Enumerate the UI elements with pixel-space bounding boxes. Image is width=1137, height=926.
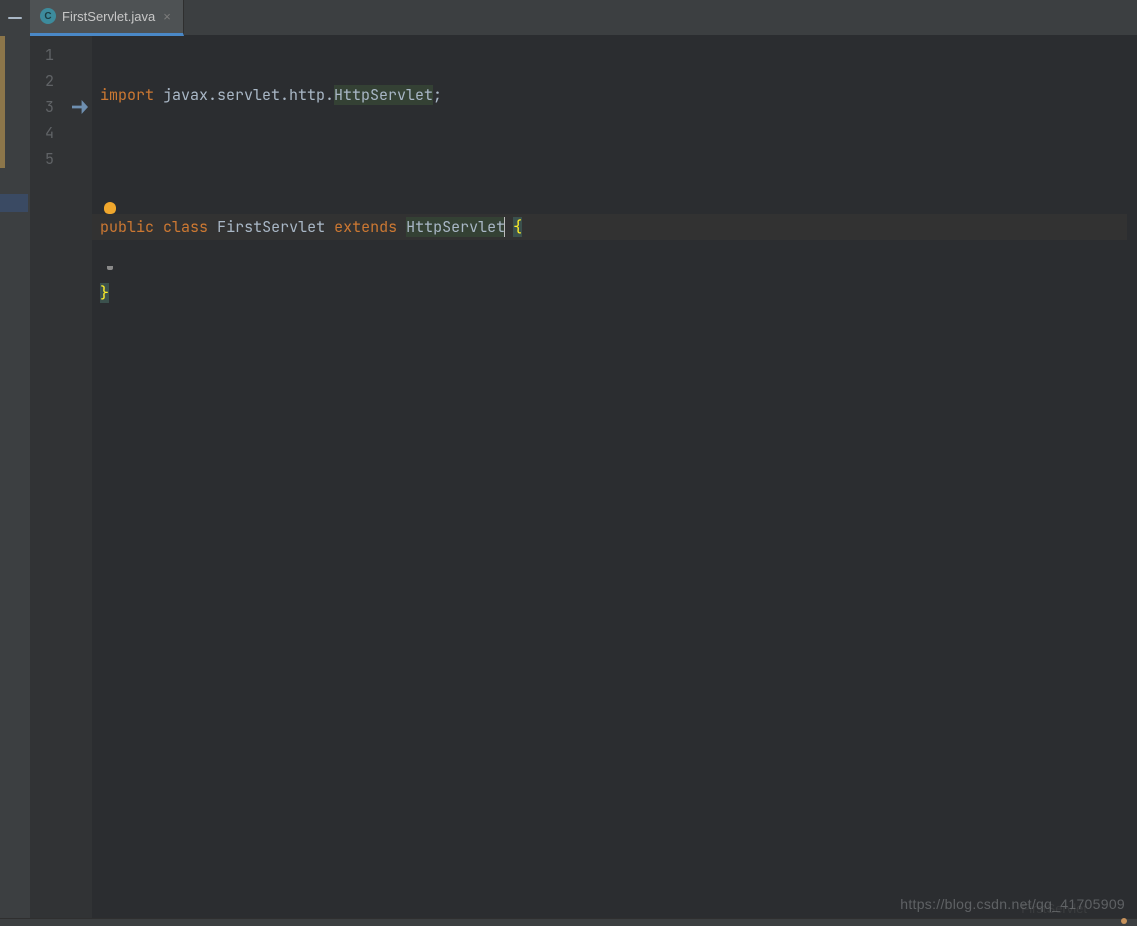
keyword-class: class — [163, 217, 208, 237]
gutter-line-2[interactable]: 2 — [30, 68, 92, 94]
code-line-1[interactable]: import javax.servlet.http.HttpServlet; — [92, 82, 1127, 108]
tab-close-icon[interactable]: × — [161, 9, 173, 24]
code-line-3[interactable]: public class FirstServlet extends HttpSe… — [92, 214, 1127, 240]
code-editor[interactable]: import javax.servlet.http.HttpServlet; p… — [92, 36, 1127, 918]
code-line-5[interactable] — [92, 346, 1127, 372]
keyword-extends: extends — [334, 217, 397, 237]
keyword-import: import — [100, 85, 154, 105]
class-file-icon: C — [40, 8, 56, 24]
line-number: 1 — [30, 42, 54, 68]
sidebar-minimize[interactable] — [0, 0, 30, 36]
tab-filename: FirstServlet.java — [62, 9, 155, 24]
code-line-2[interactable] — [92, 148, 1127, 174]
line-number: 3 — [30, 94, 54, 120]
gutter-line-1[interactable]: 1 — [30, 42, 92, 68]
bulb-base — [107, 266, 113, 270]
editor-main: 1 2 3 4 5 import javax.servlet.http.Http… — [0, 36, 1137, 918]
line-number: 5 — [30, 146, 54, 172]
intention-bulb-icon[interactable] — [102, 150, 118, 166]
editor-tab-active[interactable]: C FirstServlet.java × — [30, 0, 184, 36]
error-stripe[interactable] — [1127, 36, 1137, 918]
line-number: 2 — [30, 68, 54, 94]
gutter-line-3[interactable]: 3 — [30, 94, 92, 120]
class-name: FirstServlet — [217, 217, 325, 237]
vcs-change-marker-2 — [0, 194, 28, 212]
tab-bar: C FirstServlet.java × — [0, 0, 1137, 36]
brace-open: { — [513, 217, 522, 237]
watermark-text: https://blog.csdn.net/qq_41705909 — [900, 896, 1125, 912]
minimize-icon — [8, 17, 22, 19]
keyword-public: public — [100, 217, 154, 237]
vcs-change-marker — [0, 36, 5, 168]
gutter-line-4[interactable]: 4 — [30, 120, 92, 146]
text-cursor — [504, 217, 505, 237]
left-margin — [0, 36, 30, 918]
gutter-line-5[interactable]: 5 — [30, 146, 92, 172]
override-gutter-icon[interactable] — [72, 100, 88, 114]
imported-class: HttpServlet — [334, 85, 433, 105]
class-file-icon-letter: C — [44, 11, 51, 22]
brace-close: } — [100, 283, 109, 303]
semicolon: ; — [433, 85, 442, 105]
code-line-4[interactable]: } — [92, 280, 1127, 306]
package-path: javax.servlet.http. — [154, 85, 334, 105]
status-indicator-icon — [1121, 918, 1127, 924]
gutter[interactable]: 1 2 3 4 5 — [30, 36, 92, 918]
bulb-top — [104, 202, 116, 214]
status-bar — [0, 918, 1137, 926]
superclass-name: HttpServlet — [406, 217, 505, 237]
override-icon — [72, 100, 88, 114]
line-number: 4 — [30, 120, 54, 146]
